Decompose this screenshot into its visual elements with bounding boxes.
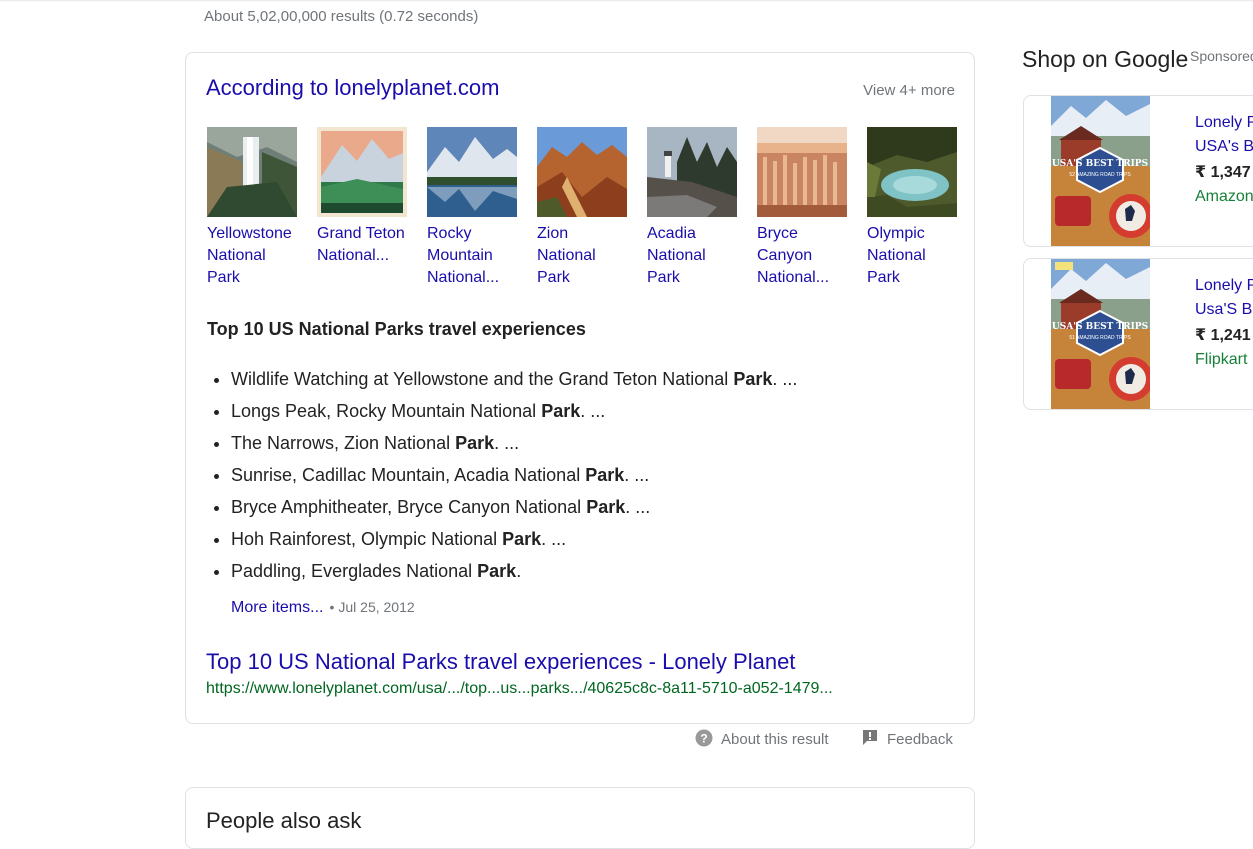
grand-teton-thumbnail [317,127,407,217]
product-title-line1[interactable]: Lonely Planet [1195,114,1253,132]
carousel-item-acadia[interactable]: Acadia National Park [647,127,737,289]
result-url: https://www.lonelyplanet.com/usa/.../top… [206,680,833,697]
product-card[interactable]: USA'S BEST TRIPS 51 AMAZING ROAD TRIPS L… [1023,258,1253,410]
carousel-label: Grand Teton National... [317,225,405,264]
feedback-label: Feedback [887,731,953,748]
park-image-carousel: Yellowstone National Park Grand Teton Natio… [207,127,977,297]
carousel-label: Yellowstone National Park [207,225,292,286]
carousel-item-grand-teton[interactable]: Grand Teton National... [317,127,407,267]
carousel-item-zion[interactable]: Zion National Park [537,127,627,289]
list-item: Hoh Rainforest, Olympic National Park. .… [231,523,797,555]
about-this-result-button[interactable]: ? About this result [695,729,829,748]
cover-title: USA'S BEST TRIPS [1052,322,1148,332]
carousel-item-bryce-canyon[interactable]: Bryce Canyon National... [757,127,847,289]
people-also-ask-title: People also ask [206,808,362,833]
olympic-thumbnail [867,127,957,217]
list-item: Bryce Amphitheater, Bryce Canyon Nationa… [231,491,797,523]
featured-source-title[interactable]: According to lonelyplanet.com [206,75,500,101]
snippet-date: Jul 25, 2012 [338,599,415,615]
product-title-line2[interactable]: Usa'S Best Trips [1195,301,1253,319]
rocky-mountain-thumbnail [427,127,517,217]
product-price: ₹ 1,347 [1195,164,1251,181]
list-item: Sunrise, Cadillac Mountain, Acadia Natio… [231,459,797,491]
bryce-canyon-thumbnail [757,127,847,217]
featured-snippet-card: According to lonelyplanet.com View 4+ mo… [185,52,975,724]
view-more-link[interactable]: View 4+ more [863,82,955,99]
carousel-item-yellowstone[interactable]: Yellowstone National Park [207,127,297,289]
people-also-ask-card: People also ask [185,787,975,849]
more-items-link[interactable]: More items... [231,599,323,616]
carousel-item-rocky-mountain[interactable]: Rocky Mountain National... [427,127,517,289]
product-price: ₹ 1,241 [1195,327,1251,344]
cover-subtitle: 52 AMAZING ROAD TRIPS [1069,172,1131,178]
yellowstone-thumbnail [207,127,297,217]
book-cover-image: USA'S BEST TRIPS 52 AMAZING ROAD TRIPS [1051,96,1150,246]
shop-heading: Shop on Google [1022,46,1189,72]
cover-title: USA'S BEST TRIPS [1052,159,1148,169]
product-card[interactable]: USA'S BEST TRIPS 52 AMAZING ROAD TRIPS L… [1023,95,1253,247]
carousel-label: Zion National Park [537,225,596,286]
product-seller: Flipkart [1195,351,1248,368]
snippet-list: Wildlife Watching at Yellowstone and the… [207,363,797,587]
book-cover-image: USA'S BEST TRIPS 51 AMAZING ROAD TRIPS [1051,259,1150,409]
separator-dot: • [329,599,335,615]
svg-text:?: ? [700,732,707,746]
acadia-thumbnail [647,127,737,217]
carousel-label: Olympic National Park [867,225,926,286]
list-item: Longs Peak, Rocky Mountain National Park… [231,395,797,427]
list-item: Paddling, Everglades National Park. [231,555,797,587]
snippet-heading: Top 10 US National Parks travel experien… [207,319,586,339]
carousel-item-olympic[interactable]: Olympic National Park [867,127,957,289]
carousel-label: Bryce Canyon National... [757,225,830,286]
product-title-line1[interactable]: Lonely Planet [1195,277,1253,295]
help-icon: ? [695,729,713,747]
about-this-result-label: About this result [721,731,829,748]
product-title-line2[interactable]: USA's Best Trips [1195,138,1253,156]
zion-thumbnail [537,127,627,217]
product-seller: Amazon [1195,188,1253,205]
carousel-label: Acadia National Park [647,225,706,286]
list-item: Wildlife Watching at Yellowstone and the… [231,363,797,395]
feedback-icon [863,730,877,745]
result-title-link[interactable]: Top 10 US National Parks travel experien… [206,649,795,675]
list-item: The Narrows, Zion National Park. ... [231,427,797,459]
sponsored-label: Sponsored [1190,48,1253,64]
cover-subtitle: 51 AMAZING ROAD TRIPS [1069,335,1131,341]
feedback-button[interactable]: Feedback [861,729,953,748]
top-divider [0,0,1253,2]
more-items-row: More items... • Jul 25, 2012 [231,599,415,617]
carousel-label: Rocky Mountain National... [427,225,500,286]
result-stats: About 5,02,00,000 results (0.72 seconds) [204,8,479,25]
